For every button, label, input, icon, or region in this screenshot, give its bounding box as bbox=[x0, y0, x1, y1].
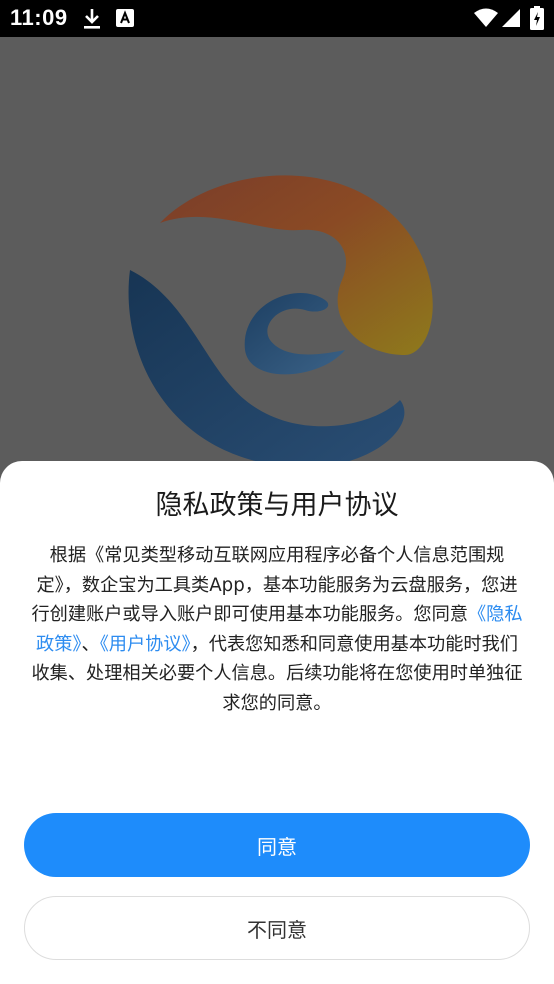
font-icon bbox=[116, 9, 134, 27]
disagree-button[interactable]: 不同意 bbox=[24, 896, 530, 960]
dialog-body: 根据《常见类型移动互联网应用程序必备个人信息范围规定》，数企宝为工具类App，基… bbox=[28, 541, 526, 718]
wifi-icon bbox=[474, 8, 498, 27]
status-time: 11:09 bbox=[10, 5, 68, 30]
app-logo-icon bbox=[128, 175, 433, 468]
body-text-intro: 根据《常见类型移动互联网应用程序必备个人信息范围规定》，数企宝为工具类App，基… bbox=[31, 545, 518, 625]
download-icon bbox=[84, 9, 100, 29]
agree-button[interactable]: 同意 bbox=[24, 813, 530, 877]
privacy-dialog: 隐私政策与用户协议 根据《常见类型移动互联网应用程序必备个人信息范围规定》，数企… bbox=[0, 461, 554, 984]
user-agreement-link[interactable]: 《用户协议》 bbox=[100, 634, 191, 655]
dialog-title: 隐私政策与用户协议 bbox=[155, 490, 399, 521]
signal-icon bbox=[502, 9, 520, 27]
battery-charging-icon bbox=[530, 6, 544, 30]
body-separator: 、 bbox=[81, 633, 100, 655]
status-bar: 11:09 bbox=[0, 0, 554, 37]
